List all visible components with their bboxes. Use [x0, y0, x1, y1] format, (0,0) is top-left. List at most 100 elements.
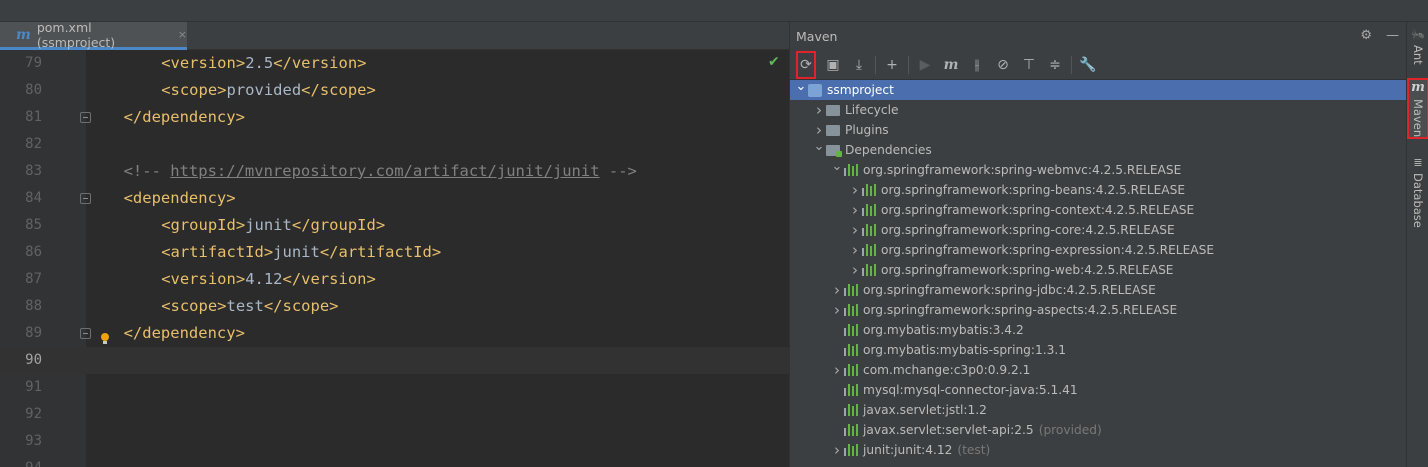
chevron-down-icon[interactable]: ⌄ — [830, 159, 844, 174]
add-maven-projects-icon[interactable]: + — [879, 52, 905, 78]
tree-node-label: ssmproject — [827, 83, 894, 97]
line-content: <scope>test</scope> — [161, 293, 338, 320]
gear-icon[interactable]: ⚙ — [1360, 28, 1372, 43]
minimize-icon[interactable]: — — [1386, 28, 1399, 43]
chevron-right-icon[interactable]: › — [848, 241, 862, 259]
chevron-right-icon[interactable]: › — [830, 441, 844, 459]
tool-window-tab-label: Ant — [1411, 45, 1425, 65]
fold-marker-icon[interactable] — [80, 112, 91, 123]
tool-window-tab-ant[interactable]: 🐜 Ant — [1407, 28, 1428, 65]
chevron-right-icon[interactable]: › — [848, 221, 862, 239]
chevron-right-icon[interactable]: › — [812, 101, 826, 119]
chevron-right-icon[interactable]: › — [848, 261, 862, 279]
dependency-node[interactable]: › org.springframework:spring-web:4.2.5.RE… — [790, 260, 1407, 280]
code-line[interactable]: 87 <version>4.12</version> — [0, 266, 789, 293]
code-line[interactable]: 85 <groupId>junit</groupId> — [0, 212, 789, 239]
dependency-node[interactable]: › org.springframework:spring-jdbc:4.2.5.R… — [790, 280, 1407, 300]
line-number: 83 — [25, 163, 42, 179]
maven-settings-icon[interactable]: 🔧 — [1075, 52, 1101, 78]
code-token: </version> — [273, 54, 367, 72]
line-content: </dependency> — [124, 104, 245, 131]
show-dependencies-icon[interactable]: ⊤ — [1016, 52, 1042, 78]
library-icon — [844, 444, 858, 456]
line-content: <version>2.5</version> — [161, 50, 366, 77]
dependency-node[interactable]: ⌄ org.springframework:spring-webmvc:4.2.5… — [790, 159, 1407, 180]
library-icon — [844, 164, 858, 176]
inspection-ok-icon: ✔ — [768, 54, 780, 70]
dependency-node[interactable]: org.mybatis:mybatis:3.4.2 — [790, 320, 1407, 340]
dependency-node[interactable]: javax.servlet:servlet-api:2.5 (provided) — [790, 420, 1407, 440]
code-token: <scope> — [161, 297, 227, 315]
lightbulb-icon[interactable] — [100, 327, 110, 344]
dependency-node[interactable]: › org.springframework:spring-beans:4.2.5.… — [790, 180, 1407, 200]
toolbar-separator — [1071, 55, 1072, 74]
chevron-right-icon[interactable]: › — [830, 301, 844, 319]
dependency-node[interactable]: › org.springframework:spring-expression:4… — [790, 240, 1407, 260]
fold-marker-icon[interactable] — [80, 328, 91, 339]
code-line[interactable]: 94 — [0, 455, 789, 467]
dependency-node[interactable]: › org.springframework:spring-aspects:4.2.… — [790, 300, 1407, 320]
tree-folder-node[interactable]: ⌄ Dependencies — [790, 139, 1407, 160]
code-line[interactable]: 83 <!-- https://mvnrepository.com/artifac… — [0, 158, 789, 185]
reload-all-maven-projects-icon[interactable]: ⟳ — [796, 50, 816, 79]
run-maven-build-icon[interactable]: ▶ — [912, 52, 938, 78]
tree-node-label: javax.servlet:servlet-api:2.5 — [863, 423, 1034, 437]
dependency-node[interactable]: mysql:mysql-connector-java:5.1.41 — [790, 380, 1407, 400]
code-line[interactable]: 79 <version>2.5</version> — [0, 50, 789, 77]
library-icon — [862, 224, 876, 236]
code-line[interactable]: 91 — [0, 374, 789, 401]
comment-link[interactable]: https://mvnrepository.com/artifact/junit… — [170, 162, 599, 180]
code-line[interactable]: 82 — [0, 131, 789, 158]
dependency-node[interactable]: › org.springframework:spring-core:4.2.5.R… — [790, 220, 1407, 240]
chevron-down-icon[interactable]: ⌄ — [812, 139, 826, 154]
tree-node-label: org.mybatis:mybatis:3.4.2 — [863, 323, 1024, 337]
code-line[interactable]: 90 — [0, 347, 789, 374]
dependency-node[interactable]: › org.springframework:spring-context:4.2.… — [790, 200, 1407, 220]
tool-window-tab-maven[interactable]: m Maven — [1407, 78, 1428, 140]
download-sources-icon[interactable]: ⤓ — [846, 52, 872, 78]
dependency-node[interactable]: javax.servlet:jstl:1.2 — [790, 400, 1407, 420]
tree-folder-node[interactable]: › Plugins — [790, 120, 1407, 140]
code-line[interactable]: 89 </dependency> — [0, 320, 789, 347]
code-line[interactable]: 93 — [0, 428, 789, 455]
skip-tests-icon[interactable]: ⊘ — [990, 52, 1016, 78]
tab-pom-xml[interactable]: m pom.xml (ssmproject) × — [0, 20, 187, 50]
chevron-right-icon[interactable]: › — [830, 281, 844, 299]
chevron-right-icon[interactable]: › — [848, 201, 862, 219]
code-line[interactable]: 88 <scope>test</scope> — [0, 293, 789, 320]
tree-folder-node[interactable]: › Lifecycle — [790, 100, 1407, 120]
chevron-down-icon[interactable]: ⌄ — [794, 79, 808, 94]
toggle-offline-mode-icon[interactable]: ⫲ — [964, 52, 990, 78]
code-token: --> — [599, 162, 637, 180]
dependency-node[interactable]: › junit:junit:4.12 (test) — [790, 440, 1407, 460]
code-token: </dependency> — [123, 324, 245, 342]
collapse-all-icon[interactable]: ≑ — [1042, 52, 1068, 78]
code-line[interactable]: 81 </dependency> — [0, 104, 789, 131]
right-tool-stripe: 🐜 Ant m Maven ≣ Database — [1406, 22, 1428, 467]
generate-sources-icon[interactable]: ▣ — [820, 52, 846, 78]
code-line[interactable]: 80 <scope>provided</scope> — [0, 77, 789, 104]
line-content: <artifactId>junit</artifactId> — [161, 239, 441, 266]
line-number: 87 — [25, 271, 42, 287]
fold-marker-icon[interactable] — [80, 193, 91, 204]
code-token: <dependency> — [123, 189, 236, 207]
code-line[interactable]: 92 — [0, 401, 789, 428]
tree-root-project[interactable]: ⌄ ssmproject — [790, 79, 1407, 100]
chevron-right-icon[interactable]: › — [848, 181, 862, 199]
dependency-node[interactable]: org.mybatis:mybatis-spring:1.3.1 — [790, 340, 1407, 360]
chevron-right-icon[interactable]: › — [812, 121, 826, 139]
code-token: </artifactId> — [319, 243, 442, 261]
tool-window-tab-database[interactable]: ≣ Database — [1407, 156, 1428, 228]
line-number: 91 — [25, 379, 42, 395]
code-token: <version> — [161, 270, 246, 288]
line-content: <groupId>junit</groupId> — [161, 212, 385, 239]
execute-maven-goal-icon[interactable]: m — [938, 52, 964, 78]
chevron-right-icon[interactable]: › — [830, 361, 844, 379]
code-line[interactable]: 86 <artifactId>junit</artifactId> — [0, 239, 789, 266]
tree-node-label: org.springframework:spring-aspects:4.2.5… — [863, 303, 1178, 317]
close-icon[interactable]: × — [178, 28, 187, 41]
tree-node-label: org.springframework:spring-context:4.2.5… — [881, 203, 1195, 217]
code-token: <groupId> — [161, 216, 246, 234]
dependency-node[interactable]: › com.mchange:c3p0:0.9.2.1 — [790, 360, 1407, 380]
code-line[interactable]: 84 <dependency> — [0, 185, 789, 212]
